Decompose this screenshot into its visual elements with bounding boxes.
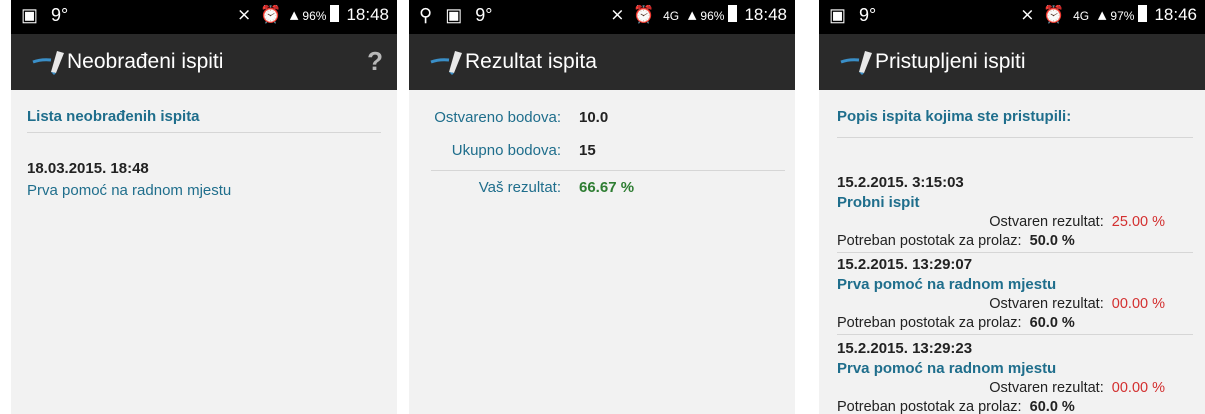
alarm-icon: ⏰ — [259, 5, 282, 24]
divider — [837, 252, 1193, 253]
battery-percent: 97% — [1110, 9, 1135, 23]
content: Popis ispita kojima ste pristupili: 15.2… — [819, 90, 1205, 414]
pass-value: 60.0 % — [1029, 399, 1075, 414]
result-value: 00.00 % — [1111, 380, 1165, 396]
list-item[interactable]: 15.2.2015. 3:15:03 Probni ispit Ostvaren… — [819, 174, 1205, 254]
pass-label: Potreban postotak za prolaz: — [837, 315, 1022, 331]
pass-label: Potreban postotak za prolaz: — [837, 399, 1022, 414]
location-icon: ⚲ — [419, 5, 433, 25]
your-result-label: Vaš rezultat: — [478, 179, 561, 196]
total-points-label: Ukupno bodova: — [451, 142, 561, 159]
battery-icon — [330, 5, 340, 22]
mute-icon: ⨯ — [1020, 5, 1035, 24]
list-header: Popis ispita kojima ste pristupili: — [837, 108, 1072, 125]
page-title: Rezultat ispita — [465, 50, 597, 73]
network-type: 4G — [1073, 9, 1090, 23]
your-result-value: 66.67 % — [579, 179, 635, 196]
gallery-notification-icon: ▣ — [21, 5, 39, 25]
temperature-label: 9° — [859, 5, 877, 25]
battery-icon — [1138, 5, 1148, 22]
alarm-icon: ⏰ — [633, 5, 655, 24]
result-row: Ostvaren rezultat: 25.00 % — [837, 214, 1165, 230]
screen-taken-exams: ▣ 9° ⨯ ⏰ 4G ▴ 97% 18:46 Pristupljeni ispit… — [819, 0, 1205, 414]
signal-icon: ▴ — [687, 5, 697, 24]
battery-percent: 96% — [302, 9, 327, 23]
pass-value: 50.0 % — [1029, 233, 1075, 249]
achieved-points-value: 10.0 — [579, 109, 609, 126]
divider — [837, 334, 1193, 335]
action-bar: Rezultat ispita — [409, 34, 795, 90]
clock: 18:46 — [1154, 5, 1197, 24]
clock: 18:48 — [744, 5, 787, 24]
page-title: Neobrađeni ispiti — [67, 50, 224, 73]
achieved-points-label: Ostvareno bodova: — [434, 109, 561, 126]
content: Lista neobrađenih ispita 18.03.2015. 18:… — [11, 90, 397, 414]
exam-date: 15.2.2015. 13:29:07 — [837, 256, 973, 273]
divider — [431, 170, 785, 171]
result-value: 25.00 % — [1111, 214, 1165, 230]
action-bar: Neobrađeni ispiti ? — [11, 34, 397, 90]
result-value: 00.00 % — [1111, 296, 1165, 312]
app-logo-icon[interactable] — [839, 48, 877, 76]
exam-name: Prva pomoć na radnom mjestu — [837, 276, 1057, 293]
exam-date[interactable]: 18.03.2015. 18:48 — [27, 160, 149, 177]
total-points-value: 15 — [579, 142, 596, 159]
list-item[interactable]: 15.2.2015. 13:29:07 Prva pomoć na radnom… — [819, 256, 1205, 336]
mute-icon: ⨯ — [610, 5, 625, 24]
temperature-label: 9° — [475, 5, 493, 25]
exam-name: Probni ispit — [837, 194, 920, 211]
app-logo-icon[interactable] — [429, 48, 467, 76]
pass-value: 60.0 % — [1029, 315, 1075, 331]
exam-date: 15.2.2015. 3:15:03 — [837, 174, 964, 191]
signal-icon: ▴ — [289, 5, 299, 24]
gallery-notification-icon: ▣ — [829, 5, 847, 25]
pass-row: Potreban postotak za prolaz: 60.0 % — [837, 399, 1075, 414]
battery-percent: 96% — [700, 9, 725, 23]
alarm-icon: ⏰ — [1043, 5, 1065, 24]
battery-icon — [728, 5, 738, 22]
list-item[interactable]: 15.2.2015. 13:29:23 Prva pomoć na radnom… — [819, 340, 1205, 414]
pass-label: Potreban postotak za prolaz: — [837, 233, 1022, 249]
result-label: Ostvaren rezultat: — [989, 214, 1104, 230]
status-bar: ▣ 9° ⨯ ⏰ 4G ▴ 97% 18:46 — [819, 0, 1205, 34]
temperature-label: 9° — [51, 5, 69, 25]
signal-icon: ▴ — [1097, 5, 1107, 24]
divider — [27, 132, 381, 133]
pass-row: Potreban postotak za prolaz: 50.0 % — [837, 233, 1075, 249]
divider — [837, 137, 1193, 138]
mute-icon: ⨯ — [236, 5, 252, 24]
list-header: Lista neobrađenih ispita — [27, 108, 200, 125]
app-logo-icon[interactable] — [31, 48, 69, 76]
exam-name: Prva pomoć na radnom mjestu — [837, 360, 1057, 377]
screen-unprocessed-exams: ▣ 9° ⨯ ⏰ ▴ 96% 18:48 Neobrađeni ispiti ? L… — [11, 0, 397, 414]
result-row: Ostvaren rezultat: 00.00 % — [837, 380, 1165, 396]
help-button[interactable]: ? — [367, 46, 383, 77]
screen-exam-result: ⚲ ▣ 9° ⨯ ⏰ 4G ▴ 96% 18:48 Rezultat ispita … — [409, 0, 795, 414]
gallery-notification-icon: ▣ — [445, 5, 463, 25]
status-bar: ⚲ ▣ 9° ⨯ ⏰ 4G ▴ 96% 18:48 — [409, 0, 795, 34]
status-bar: ▣ 9° ⨯ ⏰ ▴ 96% 18:48 — [11, 0, 397, 34]
content: Ostvareno bodova: 10.0 Ukupno bodova: 15… — [409, 90, 795, 414]
pass-row: Potreban postotak za prolaz: 60.0 % — [837, 315, 1075, 331]
network-type: 4G — [663, 9, 680, 23]
exam-date: 15.2.2015. 13:29:23 — [837, 340, 973, 357]
page-title: Pristupljeni ispiti — [875, 50, 1026, 73]
result-label: Ostvaren rezultat: — [989, 296, 1104, 312]
result-label: Ostvaren rezultat: — [989, 380, 1104, 396]
action-bar: Pristupljeni ispiti — [819, 34, 1205, 90]
exam-name[interactable]: Prva pomoć na radnom mjestu — [27, 182, 231, 199]
clock: 18:48 — [346, 5, 389, 24]
result-row: Ostvaren rezultat: 00.00 % — [837, 296, 1165, 312]
